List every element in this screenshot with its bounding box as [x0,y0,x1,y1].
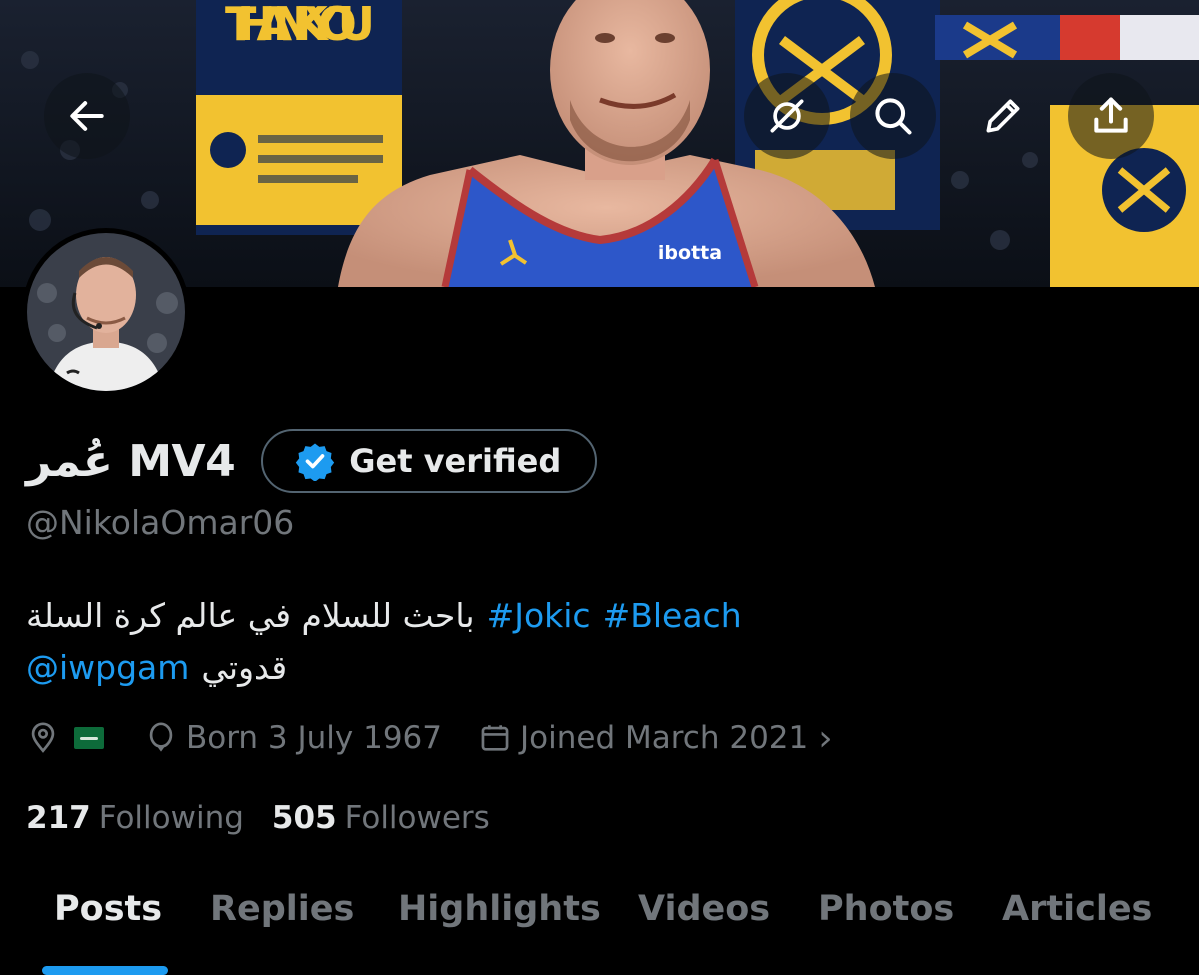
balloon-icon [149,722,173,752]
tab-videos[interactable]: Videos [638,889,770,929]
profile-stats: 217 Following 505 Followers [26,793,490,843]
profile-meta: Born 3 July 1967 Joined March 2021 › [26,713,833,763]
bio-line-2: @iwpgam قدوتي [26,642,1166,694]
profile-banner[interactable]: THANK YOU ibotta [0,0,1199,287]
mention-link[interactable]: @iwpgam [26,642,189,694]
edit-profile-button[interactable] [960,73,1046,159]
tab-photos[interactable]: Photos [818,889,954,929]
search-icon [875,98,912,135]
jersey-sponsor-text: ibotta [658,242,722,264]
bio-line-1: باحث للسلام في عالم كرة السلة #Jokic #Bl… [26,590,1166,642]
location-pin-icon [31,722,55,753]
search-button[interactable] [850,73,936,159]
joined-date-text: Joined March 2021 [520,720,809,756]
share-button[interactable] [1068,73,1154,159]
profile-name-row: عُمر MV4 Get verified [26,425,598,497]
following-link[interactable]: 217 Following [26,800,244,836]
saudi-flag-icon [74,727,104,749]
birth-date-text: Born 3 July 1967 [186,720,443,756]
avatar-image [27,233,185,391]
birth-date-item: Born 3 July 1967 [144,720,442,756]
calendar-icon [481,725,509,751]
profile-avatar[interactable] [22,228,190,396]
display-name: عُمر MV4 [26,435,236,487]
joined-date-item[interactable]: Joined March 2021 › [478,718,833,759]
grok-button[interactable] [744,73,830,159]
tab-highlights[interactable]: Highlights [398,889,601,929]
bio-role-model-text: قدوتي [201,648,288,687]
share-icon [1094,97,1128,133]
banner-thank-text: THANK YOU [225,0,375,51]
location-item [26,721,104,755]
verified-badge-icon [296,443,335,481]
tab-replies[interactable]: Replies [210,889,354,929]
chevron-right-icon: › [818,717,833,759]
followers-link[interactable]: 505 Followers [272,800,490,836]
get-verified-label: Get verified [349,442,562,480]
get-verified-button[interactable]: Get verified [261,429,598,493]
followers-label: Followers [344,800,490,836]
profile-handle: @NikolaOmar06 [26,503,295,542]
grok-icon [770,99,804,133]
following-count: 217 [26,800,91,836]
profile-tabs: Posts Replies Highlights Videos Photos A… [0,875,1199,975]
followers-count: 505 [271,800,337,836]
back-button[interactable] [44,73,130,159]
arrow-left-icon [70,101,104,131]
hashtag-jokic-link[interactable]: #Jokic [487,590,591,642]
tab-posts[interactable]: Posts [54,889,162,929]
tab-articles[interactable]: Articles [1002,889,1152,929]
bio-text-arabic: باحث للسلام في عالم كرة السلة [26,596,475,635]
active-tab-indicator [42,966,168,975]
following-label: Following [98,800,244,836]
profile-bio: باحث للسلام في عالم كرة السلة #Jokic #Bl… [26,590,1166,694]
hashtag-bleach-link[interactable]: #Bleach [603,590,742,642]
pencil-icon [986,99,1020,133]
